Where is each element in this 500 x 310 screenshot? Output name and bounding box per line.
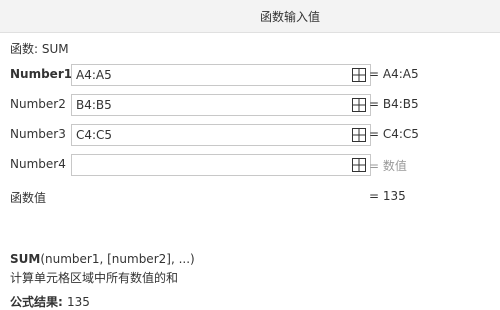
syntax-function-name: SUM: [10, 252, 41, 266]
arg-input-number4[interactable]: [71, 154, 371, 176]
dialog-titlebar: 函数输入值: [0, 0, 500, 33]
arg-input-value: A4:A5: [76, 68, 112, 82]
arg-label-number3: Number3: [10, 127, 66, 141]
function-name-label: 函数: SUM: [10, 42, 69, 56]
grid-ref-icon[interactable]: [352, 158, 366, 172]
arg-row-number4: Number4 = 数值: [10, 154, 500, 176]
arg-input-value: B4:B5: [76, 98, 112, 112]
function-value-label: 函数值: [10, 191, 47, 205]
arg-input-number2[interactable]: B4:B5: [71, 94, 371, 116]
arg-input-number3[interactable]: C4:C5: [71, 124, 371, 146]
arg-row-number2: Number2 B4:B5 = B4:B5: [10, 94, 500, 116]
arg-result-number1: = A4:A5: [369, 67, 419, 81]
formula-result-value: 135: [66, 295, 90, 309]
function-value-result: = 135: [369, 189, 406, 203]
formula-result-label: 公式结果:: [10, 295, 67, 309]
arg-label-number2: Number2: [10, 97, 66, 111]
function-description: 计算单元格区域中所有数值的和: [10, 271, 179, 285]
grid-ref-icon[interactable]: [352, 98, 366, 112]
arg-label-number1: Number1: [10, 67, 73, 81]
arg-row-number3: Number3 C4:C5 = C4:C5: [10, 124, 500, 146]
arg-input-number1[interactable]: A4:A5: [71, 64, 371, 86]
grid-ref-icon[interactable]: [352, 128, 366, 142]
formula-result: 公式结果: 135: [10, 293, 90, 310]
syntax-params: (number1, [number2], ...): [40, 252, 195, 266]
grid-ref-icon[interactable]: [352, 68, 366, 82]
arg-result-number4: = 数值: [369, 159, 407, 173]
arg-label-number4: Number4: [10, 157, 66, 171]
arg-result-number2: = B4:B5: [369, 97, 419, 111]
dialog-title: 函数输入值: [259, 10, 320, 24]
arg-input-value: C4:C5: [76, 128, 113, 142]
arg-result-number3: = C4:C5: [369, 127, 419, 141]
arg-row-number1: Number1 A4:A5 = A4:A5: [10, 64, 500, 86]
function-syntax: SUM(number1, [number2], ...): [10, 252, 195, 266]
